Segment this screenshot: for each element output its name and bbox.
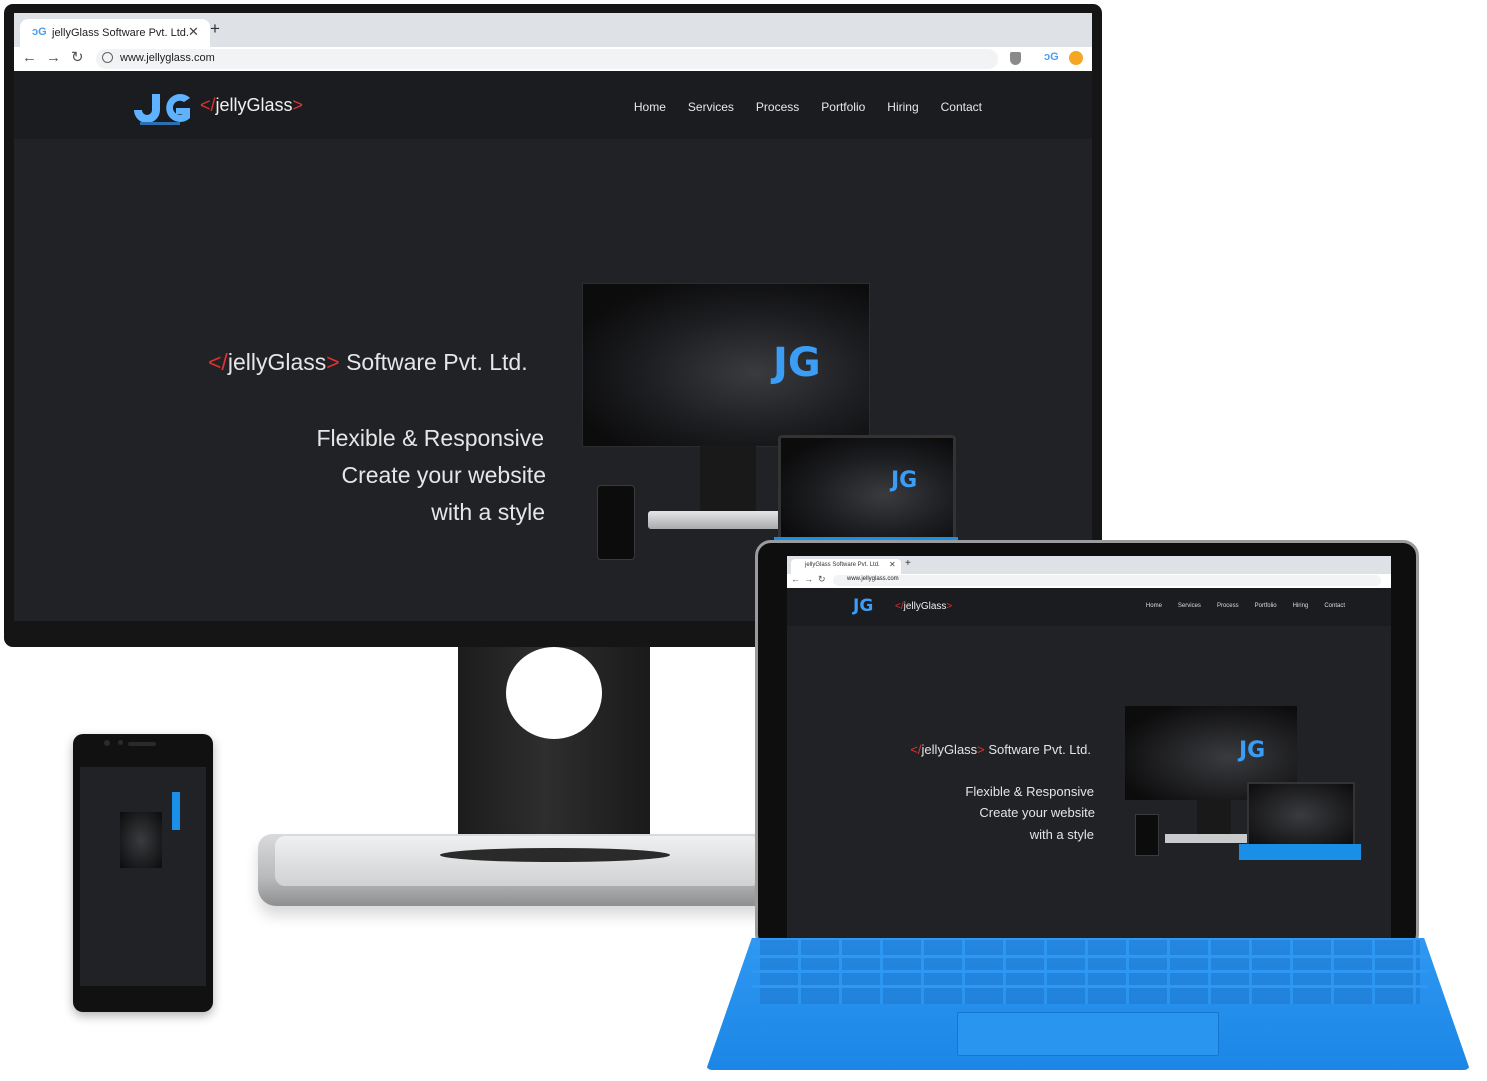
tablet-site-nav: Home Services Process Portfolio Hiring C… bbox=[1146, 603, 1345, 609]
tablet-nav-home[interactable]: Home bbox=[1146, 603, 1162, 609]
site-nav: Home Services Process Portfolio Hiring C… bbox=[634, 100, 982, 114]
tablet-mockup-phone bbox=[1135, 814, 1159, 856]
website: </jellyGlass> Home Services Process Port… bbox=[14, 71, 1092, 621]
tablet-back-icon[interactable]: ← bbox=[791, 574, 800, 584]
tablet-screen: jellyGlass Software Pvt. Ltd. ✕ + ← → ↻ … bbox=[787, 556, 1391, 938]
phone-speaker bbox=[128, 742, 156, 746]
tablet-nav-portfolio[interactable]: Portfolio bbox=[1255, 603, 1277, 609]
tablet-hero-line-2: Create your website bbox=[979, 805, 1095, 820]
mockup-tablet-logo: JG bbox=[891, 468, 918, 493]
keyboard-row-divider bbox=[752, 985, 1428, 988]
phone-screen bbox=[80, 767, 206, 986]
address-url: www.jellyglass.com bbox=[120, 52, 215, 64]
tablet-tab-bar: jellyGlass Software Pvt. Ltd. ✕ + bbox=[787, 556, 1391, 574]
browser-toolbar: ← → ↻ www.jellyglass.com ↄG bbox=[14, 47, 1092, 71]
monitor-screen: ↄG jellyGlass Software Pvt. Ltd. ✕ + ← →… bbox=[14, 13, 1092, 621]
back-icon[interactable]: ← bbox=[22, 50, 37, 66]
mockup-monitor-image: JG bbox=[582, 283, 870, 447]
phone-mockup-image bbox=[120, 812, 162, 868]
logo-wordmark[interactable]: </jellyGlass> bbox=[200, 95, 303, 116]
tablet-reload-icon[interactable]: ↻ bbox=[818, 574, 826, 585]
logo-icon[interactable] bbox=[130, 88, 194, 128]
nav-contact[interactable]: Contact bbox=[941, 100, 982, 114]
tablet-tab-title: jellyGlass Software Pvt. Ltd. bbox=[805, 562, 880, 568]
tablet-mockup-keyboard bbox=[1239, 844, 1361, 860]
keyboard-row-divider bbox=[752, 970, 1428, 973]
tablet-hero-title: </jellyGlass> Software Pvt. Ltd. bbox=[910, 742, 1091, 757]
extension-icon[interactable]: ↄG bbox=[1044, 51, 1059, 63]
tablet-mockup-stand bbox=[1197, 800, 1231, 838]
phone-sensor bbox=[118, 740, 123, 745]
tablet-browser-tab[interactable]: jellyGlass Software Pvt. Ltd. ✕ bbox=[791, 559, 901, 574]
tablet-hero-line-3: with a style bbox=[1029, 827, 1094, 842]
tablet-address-url: www.jellyglass.com bbox=[847, 576, 899, 582]
tablet-close-tab-icon[interactable]: ✕ bbox=[889, 560, 896, 569]
tablet-website: JG </jellyGlass> Home Services Process P… bbox=[787, 588, 1391, 938]
keyboard-row-divider bbox=[752, 955, 1428, 958]
tablet-mockup-tablet bbox=[1247, 782, 1355, 848]
mockup-stand bbox=[700, 445, 756, 517]
close-tab-icon[interactable]: ✕ bbox=[188, 24, 199, 40]
new-tab-icon[interactable]: + bbox=[210, 20, 220, 37]
favicon-icon: ↄG bbox=[32, 26, 47, 38]
phone-mockup-keyboard bbox=[172, 792, 180, 830]
tab-title: jellyGlass Software Pvt. Ltd. bbox=[52, 27, 189, 39]
hero-line-2: Create your website bbox=[341, 462, 546, 488]
tablet-forward-icon[interactable]: → bbox=[804, 574, 813, 584]
site-info-icon[interactable] bbox=[102, 52, 113, 63]
tablet-nav-services[interactable]: Services bbox=[1178, 603, 1201, 609]
tablet-mockup-logo: JG bbox=[1239, 738, 1266, 763]
forward-icon[interactable]: → bbox=[46, 50, 61, 66]
browser-tab-bar: ↄG jellyGlass Software Pvt. Ltd. ✕ + bbox=[14, 13, 1092, 47]
hero-title: </jellyGlass> Software Pvt. Ltd. bbox=[208, 349, 528, 375]
tablet-address-bar[interactable]: www.jellyglass.com bbox=[833, 575, 1381, 586]
tablet-nav-hiring[interactable]: Hiring bbox=[1293, 603, 1309, 609]
mockup-logo: JG bbox=[773, 340, 821, 386]
nav-services[interactable]: Services bbox=[688, 100, 734, 114]
phone-camera bbox=[104, 740, 110, 746]
address-bar[interactable]: www.jellyglass.com bbox=[96, 49, 998, 69]
profile-icon[interactable] bbox=[1069, 51, 1083, 65]
monitor-stand-hole bbox=[506, 647, 602, 739]
nav-portfolio[interactable]: Portfolio bbox=[821, 100, 865, 114]
hero-line-1: Flexible & Responsive bbox=[316, 425, 544, 451]
tablet-logo-wordmark[interactable]: </jellyGlass> bbox=[895, 601, 952, 612]
tablet-hero-line-1: Flexible & Responsive bbox=[965, 784, 1094, 799]
mockup-tablet: JG bbox=[778, 435, 956, 545]
nav-hiring[interactable]: Hiring bbox=[887, 100, 918, 114]
tablet-logo-icon[interactable]: JG bbox=[853, 596, 873, 616]
nav-process[interactable]: Process bbox=[756, 100, 799, 114]
tablet-nav-process[interactable]: Process bbox=[1217, 603, 1239, 609]
hero-line-3: with a style bbox=[431, 499, 545, 525]
mockup-phone bbox=[597, 485, 635, 560]
touchpad bbox=[957, 1012, 1219, 1056]
shield-icon[interactable] bbox=[1010, 52, 1021, 65]
reload-icon[interactable]: ↻ bbox=[71, 50, 84, 66]
nav-home[interactable]: Home bbox=[634, 100, 666, 114]
site-header: </jellyGlass> Home Services Process Port… bbox=[14, 71, 1092, 139]
monitor-base-foot bbox=[440, 848, 670, 862]
tablet-toolbar: ← → ↻ www.jellyglass.com bbox=[787, 574, 1391, 588]
tablet-nav-contact[interactable]: Contact bbox=[1324, 603, 1345, 609]
tablet-site-header: JG </jellyGlass> Home Services Process P… bbox=[787, 588, 1391, 626]
tablet-new-tab-icon[interactable]: + bbox=[905, 558, 911, 569]
browser-tab[interactable]: ↄG jellyGlass Software Pvt. Ltd. ✕ bbox=[20, 19, 210, 47]
